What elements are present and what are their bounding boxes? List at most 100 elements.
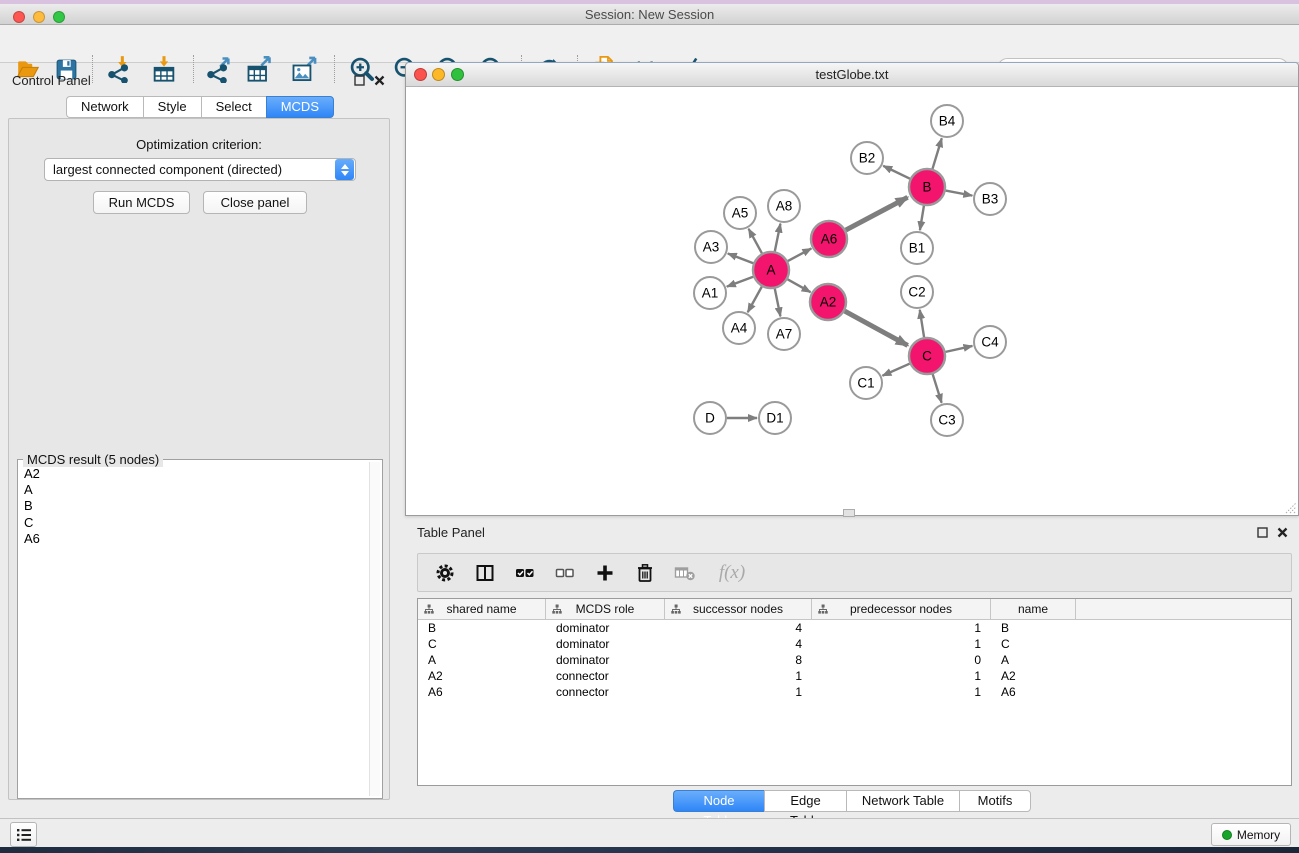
table-cell[interactable]: A2 <box>991 668 1076 684</box>
table-row[interactable]: A2connector11A2 <box>418 668 1291 684</box>
tab-style[interactable]: Style <box>143 96 201 118</box>
resize-grip-icon[interactable] <box>1284 501 1297 514</box>
edge-C-C3[interactable] <box>933 374 942 403</box>
float-table-panel-icon[interactable] <box>1256 526 1269 539</box>
result-scrollbar[interactable] <box>369 462 380 796</box>
table-cell[interactable]: 1 <box>812 636 991 652</box>
edge-A-A6[interactable] <box>788 248 812 261</box>
tab-network-table[interactable]: Network Table <box>846 790 959 812</box>
table-cell[interactable]: 1 <box>665 668 812 684</box>
delete-table-button[interactable] <box>672 561 698 585</box>
table-row[interactable]: A6connector11A6 <box>418 684 1291 700</box>
mcds-result-item[interactable]: A6 <box>20 531 368 547</box>
table-options-button[interactable] <box>432 561 458 585</box>
table-cell[interactable]: dominator <box>546 620 665 636</box>
edge-A2-C[interactable] <box>845 311 908 345</box>
table-cell[interactable]: dominator <box>546 652 665 668</box>
edge-B-B1[interactable] <box>920 206 924 230</box>
split-panel-icon <box>475 563 495 583</box>
column-label: successor nodes <box>693 602 783 616</box>
tab-motifs[interactable]: Motifs <box>959 790 1031 812</box>
tab-node-table[interactable]: Node Table <box>673 790 764 812</box>
edge-A-A5[interactable] <box>749 229 762 253</box>
table-row[interactable]: Bdominator41B <box>418 620 1291 636</box>
split-divider-handle[interactable] <box>843 509 855 517</box>
table-row[interactable]: Adominator80A <box>418 652 1291 668</box>
edge-A-A1[interactable] <box>727 277 753 287</box>
table-cell[interactable]: 0 <box>812 652 991 668</box>
edge-A6-B[interactable] <box>846 197 908 230</box>
column-header-successor-nodes[interactable]: successor nodes <box>665 599 812 619</box>
table-cell[interactable]: B <box>991 620 1076 636</box>
edge-C-C4[interactable] <box>946 346 973 352</box>
table-cell[interactable]: A <box>418 652 546 668</box>
select-all-columns-button[interactable] <box>512 561 538 585</box>
mcds-result-item[interactable]: C <box>20 515 368 531</box>
status-bar: Memory <box>0 818 1299 847</box>
run-mcds-button[interactable]: Run MCDS <box>93 191 190 214</box>
table-cell[interactable]: 4 <box>665 620 812 636</box>
column-header-shared-name[interactable]: shared name <box>418 599 546 619</box>
table-cell[interactable]: dominator <box>546 636 665 652</box>
task-history-button[interactable] <box>10 822 37 847</box>
tab-network[interactable]: Network <box>66 96 143 118</box>
edge-A-A7[interactable] <box>775 289 781 317</box>
table-cell[interactable]: B <box>418 620 546 636</box>
close-panel-button[interactable]: Close panel <box>203 191 307 214</box>
node-label-D1: D1 <box>766 411 783 426</box>
optimization-criterion-select[interactable]: largest connected component (directed) <box>44 158 356 181</box>
edge-A-A4[interactable] <box>748 287 762 313</box>
table-cell[interactable]: 1 <box>812 668 991 684</box>
edge-C-C2[interactable] <box>920 310 924 337</box>
tab-select[interactable]: Select <box>201 96 266 118</box>
table-cell[interactable]: C <box>991 636 1076 652</box>
window-title: Session: New Session <box>0 7 1299 22</box>
network-canvas[interactable]: AA1A2A3A4A5A6A7A8BB1B2B3B4CC1C2C3C4DD1 <box>407 88 1297 515</box>
close-panel-icon[interactable] <box>373 74 386 87</box>
table-cell[interactable]: 4 <box>665 636 812 652</box>
edge-A-A3[interactable] <box>728 253 753 263</box>
delete-column-button[interactable] <box>632 561 658 585</box>
mcds-result-item[interactable]: A2 <box>20 466 368 482</box>
column-header-predecessor-nodes[interactable]: predecessor nodes <box>812 599 991 619</box>
delete-table-icon <box>674 563 696 583</box>
function-builder-button[interactable]: f(x) <box>712 561 752 585</box>
tab-mcds[interactable]: MCDS <box>266 96 334 118</box>
table-header-row: shared nameMCDS role successor nodes prede… <box>418 599 1291 620</box>
table-cell[interactable]: C <box>418 636 546 652</box>
close-table-panel-icon[interactable] <box>1276 526 1289 539</box>
float-panel-icon[interactable] <box>353 74 366 87</box>
edge-B-B4[interactable] <box>933 138 942 169</box>
tab-edge-table[interactable]: Edge Table <box>764 790 846 812</box>
table-cell[interactable]: A <box>991 652 1076 668</box>
show-column-panel-button[interactable] <box>472 561 498 585</box>
mcds-result-item[interactable]: A <box>20 482 368 498</box>
column-header-name[interactable]: name <box>991 599 1076 619</box>
table-row[interactable]: Cdominator41C <box>418 636 1291 652</box>
table-cell[interactable]: 1 <box>812 684 991 700</box>
memory-button[interactable]: Memory <box>1211 823 1291 846</box>
edge-A-A2[interactable] <box>788 279 811 292</box>
create-column-button[interactable] <box>592 561 618 585</box>
table-cell[interactable]: connector <box>546 668 665 684</box>
table-cell[interactable]: 1 <box>665 684 812 700</box>
column-header-MCDS-role[interactable]: MCDS role <box>546 599 665 619</box>
deselect-all-columns-button[interactable] <box>552 561 578 585</box>
node-label-A8: A8 <box>776 199 793 214</box>
table-cell[interactable]: A2 <box>418 668 546 684</box>
table-cell[interactable]: A6 <box>418 684 546 700</box>
table-cell[interactable]: connector <box>546 684 665 700</box>
table-cell[interactable]: 1 <box>812 620 991 636</box>
main-toolbar <box>0 25 1299 63</box>
main-titlebar: Session: New Session <box>0 4 1299 25</box>
node-label-A4: A4 <box>731 321 748 336</box>
edge-B-B2[interactable] <box>883 166 910 179</box>
mcds-result-item[interactable]: B <box>20 498 368 514</box>
network-graph: AA1A2A3A4A5A6A7A8BB1B2B3B4CC1C2C3C4DD1 <box>407 88 1297 515</box>
edge-A-A8[interactable] <box>775 224 781 252</box>
edge-B-B3[interactable] <box>946 191 973 196</box>
edge-C-C1[interactable] <box>882 364 909 376</box>
mcds-result-title: MCDS result (5 nodes) <box>23 452 163 467</box>
table-cell[interactable]: 8 <box>665 652 812 668</box>
table-cell[interactable]: A6 <box>991 684 1076 700</box>
